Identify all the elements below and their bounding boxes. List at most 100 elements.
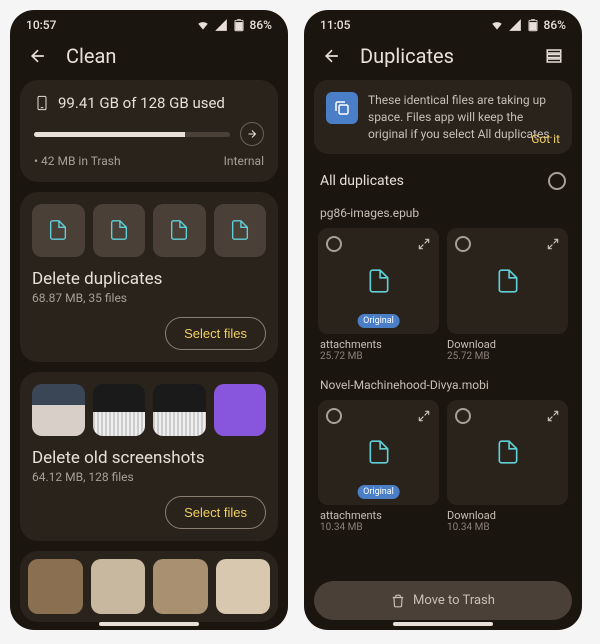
duplicate-group-row: Original	[314, 400, 572, 505]
home-indicator[interactable]	[393, 622, 493, 626]
screenshot-thumbs	[32, 384, 266, 437]
file-thumb[interactable]	[153, 204, 206, 257]
status-icons: 86%	[196, 18, 272, 32]
storage-progress	[34, 132, 230, 137]
screenshot-thumb[interactable]	[214, 384, 267, 437]
duplicate-tile[interactable]: Original	[318, 228, 439, 333]
duplicates-title: Delete duplicates	[32, 269, 266, 289]
duplicates-card: Delete duplicates 68.87 MB, 35 files Sel…	[20, 192, 278, 362]
thumb-peek[interactable]	[28, 559, 83, 614]
screenshot-thumb[interactable]	[153, 384, 206, 437]
folder-name: attachments	[320, 509, 439, 522]
file-icon	[495, 439, 521, 465]
signal-icon	[214, 18, 228, 32]
expand-button[interactable]	[546, 408, 560, 427]
status-time: 10:57	[26, 18, 56, 32]
expand-button[interactable]	[417, 408, 431, 427]
duplicate-tile[interactable]	[447, 228, 568, 333]
duplicates-content: These identical files are taking up spac…	[304, 80, 582, 575]
select-radio[interactable]	[326, 236, 342, 252]
original-badge: Original	[357, 314, 400, 328]
screenshot-thumb[interactable]	[93, 384, 146, 437]
back-button[interactable]	[320, 44, 344, 68]
duplicate-thumbs	[32, 204, 266, 257]
duplicate-group-row: Original	[314, 228, 572, 333]
arrow-right-icon	[246, 128, 258, 140]
view-toggle-button[interactable]	[542, 44, 566, 68]
duplicate-icon	[333, 99, 351, 117]
move-to-trash-label: Move to Trash	[413, 593, 495, 608]
file-size: 25.72 MB	[447, 351, 566, 362]
trash-info: 42 MB in Trash	[34, 154, 121, 168]
select-radio[interactable]	[455, 236, 471, 252]
thumb-peek[interactable]	[153, 559, 208, 614]
expand-icon	[417, 237, 431, 251]
wifi-icon	[196, 18, 210, 32]
move-to-trash-button[interactable]: Move to Trash	[314, 581, 572, 620]
group-title: pg86-images.epub	[314, 200, 572, 228]
select-radio[interactable]	[455, 408, 471, 424]
file-size: 25.72 MB	[320, 351, 439, 362]
file-icon	[229, 219, 251, 241]
storage-progress-fill	[34, 132, 185, 137]
list-view-icon	[545, 47, 563, 65]
file-icon	[495, 268, 521, 294]
file-icon	[47, 219, 69, 241]
folder-name: attachments	[320, 338, 439, 351]
clean-content: 99.41 GB of 128 GB used 42 MB in Trash I…	[10, 80, 288, 630]
screenshots-card: Delete old screenshots 64.12 MB, 128 fil…	[20, 372, 278, 542]
file-thumb[interactable]	[32, 204, 85, 257]
screenshots-sub: 64.12 MB, 128 files	[32, 470, 266, 484]
thumb-peek[interactable]	[91, 559, 146, 614]
page-title: Duplicates	[360, 44, 526, 68]
banner-dismiss[interactable]: Got it	[531, 132, 560, 146]
phone-duplicates: 11:05 86% Duplicates These identical fil…	[304, 10, 582, 630]
back-button[interactable]	[26, 44, 50, 68]
group-title: Novel-Machinehood-Divya.mobi	[314, 372, 572, 400]
next-card-peek	[20, 551, 278, 622]
page-title: Clean	[66, 44, 272, 68]
battery-percent: 86%	[250, 18, 272, 32]
duplicate-labels: attachments 10.34 MB Download 10.34 MB	[314, 505, 572, 543]
expand-button[interactable]	[546, 236, 560, 255]
expand-icon	[417, 409, 431, 423]
select-all-radio[interactable]	[548, 172, 566, 190]
select-screenshots-button[interactable]: Select files	[165, 496, 266, 529]
screenshot-thumb[interactable]	[32, 384, 85, 437]
file-icon	[108, 219, 130, 241]
folder-name: Download	[447, 509, 566, 522]
duplicates-sub: 68.87 MB, 35 files	[32, 291, 266, 305]
screenshots-title: Delete old screenshots	[32, 448, 266, 468]
expand-icon	[546, 237, 560, 251]
file-thumb[interactable]	[93, 204, 146, 257]
storage-card[interactable]: 99.41 GB of 128 GB used 42 MB in Trash I…	[20, 80, 278, 182]
home-indicator[interactable]	[99, 622, 199, 626]
status-time: 11:05	[320, 18, 350, 32]
banner-icon	[326, 92, 358, 124]
app-bar: Clean	[10, 36, 288, 80]
app-bar: Duplicates	[304, 36, 582, 80]
phone-icon	[34, 95, 50, 111]
expand-button[interactable]	[417, 236, 431, 255]
file-size: 10.34 MB	[447, 522, 566, 533]
status-bar: 10:57 86%	[10, 10, 288, 36]
file-icon	[366, 268, 392, 294]
file-icon	[168, 219, 190, 241]
storage-details-button[interactable]	[240, 122, 264, 146]
file-thumb[interactable]	[214, 204, 267, 257]
status-bar: 11:05 86%	[304, 10, 582, 36]
battery-percent: 86%	[544, 18, 566, 32]
all-duplicates-row[interactable]: All duplicates	[314, 162, 572, 200]
duplicate-tile[interactable]	[447, 400, 568, 505]
phone-clean: 10:57 86% Clean 99.41 GB of 128 GB used	[10, 10, 288, 630]
duplicate-labels: attachments 25.72 MB Download 25.72 MB	[314, 334, 572, 372]
file-size: 10.34 MB	[320, 522, 439, 533]
folder-name: Download	[447, 338, 566, 351]
duplicate-tile[interactable]: Original	[318, 400, 439, 505]
thumb-peek[interactable]	[216, 559, 271, 614]
select-duplicates-button[interactable]: Select files	[165, 317, 266, 350]
arrow-left-icon	[322, 46, 342, 66]
battery-icon	[526, 18, 540, 32]
storage-label: Internal	[224, 154, 264, 168]
select-radio[interactable]	[326, 408, 342, 424]
